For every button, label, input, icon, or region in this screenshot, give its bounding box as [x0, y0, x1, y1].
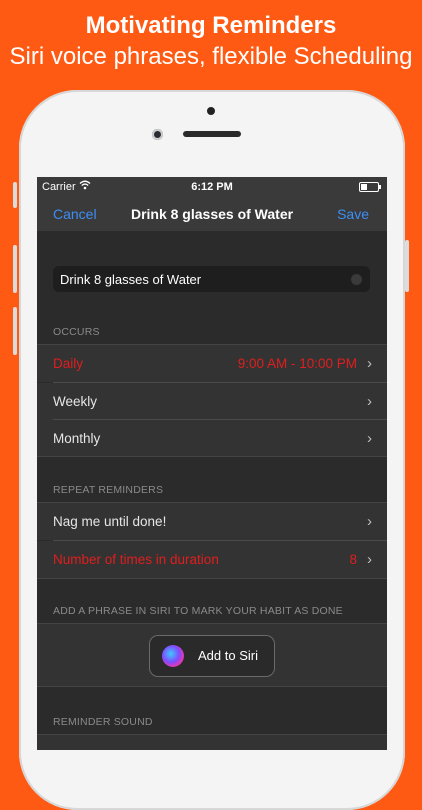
repeat-row-nag[interactable]: Nag me until done! ›	[37, 503, 387, 540]
chevron-right-icon: ›	[367, 430, 372, 447]
row-label: Weekly	[53, 394, 98, 409]
repeat-row-times[interactable]: Number of times in duration 8 ›	[37, 541, 387, 578]
row-value: 9:00 AM - 10:00 PM	[237, 356, 357, 371]
front-camera	[152, 129, 163, 140]
battery-icon	[359, 182, 381, 192]
divider	[37, 578, 387, 579]
siri-icon	[162, 645, 184, 667]
repeat-header: REPEAT REMINDERS	[53, 484, 164, 496]
occurs-header: OCCURS	[53, 326, 100, 338]
chevron-right-icon: ›	[367, 355, 372, 372]
power-button	[405, 240, 409, 292]
chevron-right-icon: ›	[367, 393, 372, 410]
sensor-dot	[207, 107, 215, 115]
add-to-siri-button[interactable]: Add to Siri	[149, 635, 275, 677]
mute-switch	[13, 182, 17, 208]
divider	[37, 456, 387, 457]
add-to-siri-label: Add to Siri	[198, 648, 258, 663]
phone-screen: Carrier 6:12 PM Cancel Drink 8 glasses o…	[37, 177, 387, 750]
row-label: Nag me until done!	[53, 514, 167, 529]
divider	[37, 686, 387, 687]
reminder-sound-row[interactable]: ›	[37, 735, 387, 750]
habit-name-input[interactable]: Drink 8 glasses of Water	[53, 266, 370, 292]
status-bar: Carrier 6:12 PM	[37, 177, 387, 197]
battery-level	[361, 184, 368, 190]
occurs-row-daily[interactable]: Daily 9:00 AM - 10:00 PM ›	[37, 345, 387, 382]
row-label: Number of times in duration	[53, 552, 219, 567]
row-label: Monthly	[53, 431, 101, 446]
promo-subtitle: Siri voice phrases, flexible Scheduling	[9, 43, 413, 70]
volume-down-button	[13, 307, 17, 355]
habit-name-value: Drink 8 glasses of Water	[60, 272, 202, 287]
promo-title: Motivating Reminders	[85, 12, 337, 39]
reminder-sound-header: REMINDER SOUND	[53, 716, 153, 728]
page-title: Drink 8 glasses of Water	[130, 206, 294, 222]
occurs-row-weekly[interactable]: Weekly ›	[37, 383, 387, 420]
row-value: 8	[349, 552, 357, 567]
status-time: 6:12 PM	[191, 181, 233, 193]
earpiece-speaker	[183, 131, 241, 137]
volume-up-button	[13, 245, 17, 293]
clear-icon[interactable]	[351, 274, 362, 285]
row-label: Daily	[53, 356, 84, 371]
chevron-right-icon: ›	[367, 513, 372, 530]
occurs-row-monthly[interactable]: Monthly ›	[37, 420, 387, 457]
navigation-bar: Cancel Drink 8 glasses of Water Save	[37, 197, 387, 231]
chevron-right-icon: ›	[367, 745, 372, 750]
save-button[interactable]: Save	[337, 206, 369, 222]
chevron-right-icon: ›	[367, 551, 372, 568]
siri-header: ADD A PHRASE IN SIRI TO MARK YOUR HABIT …	[53, 605, 343, 617]
